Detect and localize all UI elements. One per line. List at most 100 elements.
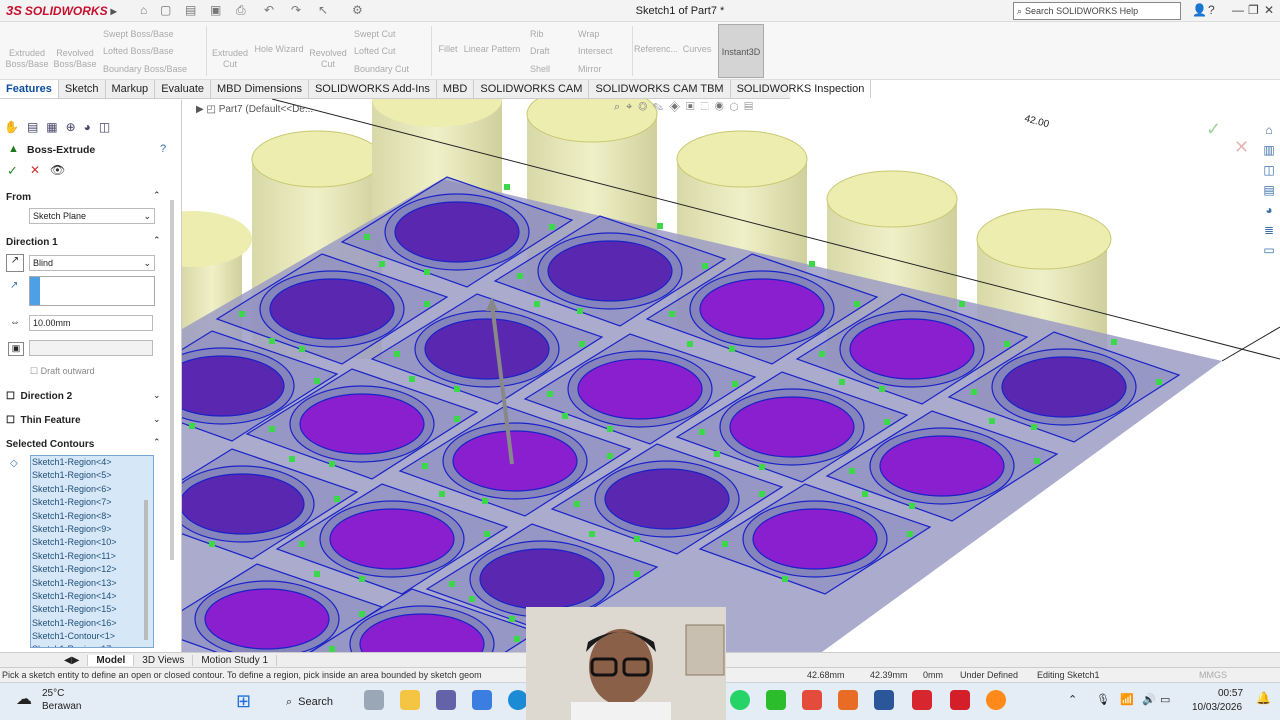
task-pane[interactable]: ⌂ ▥ ◫ ▤ ◕ ≣ ▭: [1258, 120, 1280, 260]
contour-list-item[interactable]: Sketch1-Region<13>: [31, 577, 153, 590]
boundary-boss-button[interactable]: Boundary Boss/Base: [103, 64, 187, 74]
weather-icon[interactable]: ☁: [16, 689, 32, 709]
draft-button[interactable]: Draft: [530, 46, 550, 56]
sketch-point[interactable]: [482, 498, 488, 504]
mirror-button[interactable]: Mirror: [578, 64, 602, 74]
contour-list-item[interactable]: Sketch1-Region<7>: [31, 496, 153, 509]
selected-contours-list[interactable]: Sketch1-Region<4> Sketch1-Region<5> Sketch…: [30, 455, 154, 648]
help-icon[interactable]: ?: [1208, 3, 1215, 17]
sketch-point[interactable]: [454, 416, 460, 422]
contour-list-item[interactable]: Sketch1-Region<8>: [31, 510, 153, 523]
sketch-point[interactable]: [329, 461, 335, 467]
sketch-point[interactable]: [989, 418, 995, 424]
selected-contours-label[interactable]: Selected Contours: [6, 439, 94, 450]
sketch-point[interactable]: [514, 636, 520, 642]
expand-icon[interactable]: ⌄: [153, 414, 161, 425]
sketch-point[interactable]: [729, 346, 735, 352]
region-circle[interactable]: [424, 318, 550, 380]
acrobat-icon[interactable]: [802, 690, 822, 710]
draft-icon[interactable]: ▣: [8, 342, 24, 356]
direction2-checkbox[interactable]: ☐ Direction 2: [6, 391, 72, 402]
file-explorer-icon[interactable]: ▤: [1258, 180, 1280, 200]
battery-icon[interactable]: ▭: [1160, 693, 1170, 706]
lofted-cut-button[interactable]: Lofted Cut: [354, 46, 396, 56]
sketch-point[interactable]: [547, 391, 553, 397]
print-icon[interactable]: ⎙: [236, 3, 246, 18]
sketch-point[interactable]: [289, 456, 295, 462]
sketch-point[interactable]: [484, 531, 490, 537]
presentation-icon[interactable]: [838, 690, 858, 710]
word-icon[interactable]: [874, 690, 894, 710]
clock-date[interactable]: 10/03/2026: [1192, 702, 1242, 713]
heads-up-toolbar[interactable]: ⌕⌖◎✎◈▣⬚◉⬡▤: [614, 101, 759, 114]
contour-list-item[interactable]: Sketch1-Region<15>: [31, 603, 153, 616]
contour-list-item[interactable]: Sketch1-Region<5>: [31, 469, 153, 482]
tab-3d-views[interactable]: 3D Views: [134, 654, 194, 666]
feature-tree-flyout[interactable]: ▶ ◰ Part7 (Default<<De...: [196, 104, 313, 115]
region-circle[interactable]: [394, 201, 520, 263]
contour-list-item[interactable]: Sketch1-Region<11>: [31, 550, 153, 563]
home-icon[interactable]: ⌂: [140, 3, 147, 17]
region-circle[interactable]: [269, 278, 395, 340]
notification-icon[interactable]: 🔔: [1256, 691, 1271, 705]
minimize-button[interactable]: —: [1232, 3, 1244, 17]
file-explorer-icon[interactable]: [400, 690, 420, 710]
sketch-point[interactable]: [454, 386, 460, 392]
sketch-point[interactable]: [299, 541, 305, 547]
list-scrollbar[interactable]: [144, 500, 148, 640]
tray-chevron-icon[interactable]: ⌃: [1068, 693, 1077, 706]
swept-cut-button[interactable]: Swept Cut: [354, 29, 396, 39]
sketch-point[interactable]: [517, 273, 523, 279]
revolved-boss-button[interactable]: Revolved Boss/Base: [52, 48, 98, 70]
model-view[interactable]: 42.00: [182, 99, 1280, 652]
cancel-x-icon[interactable]: ✕: [1234, 137, 1249, 158]
reverse-direction-icon[interactable]: ↗: [6, 254, 24, 272]
sketch-point[interactable]: [809, 261, 815, 267]
sketch-point[interactable]: [657, 223, 663, 229]
region-circle[interactable]: [204, 588, 330, 650]
tab-evaluate[interactable]: Evaluate: [155, 80, 211, 98]
linear-pattern-button[interactable]: Linear Pattern: [462, 44, 522, 55]
sketch-point[interactable]: [884, 419, 890, 425]
wps-icon[interactable]: [912, 690, 932, 710]
sketch-point[interactable]: [849, 468, 855, 474]
contour-list-item[interactable]: Sketch1-Region<6>: [31, 483, 153, 496]
region-circle[interactable]: [729, 396, 855, 458]
hole-wizard-button[interactable]: Hole Wizard: [253, 44, 305, 55]
contour-list-item[interactable]: Sketch1-Region<4>: [31, 456, 153, 469]
sketch-point[interactable]: [299, 346, 305, 352]
region-circle[interactable]: [182, 473, 305, 535]
sketch-point[interactable]: [907, 531, 913, 537]
sketch-point[interactable]: [909, 503, 915, 509]
dimension-label[interactable]: 42.00: [1023, 113, 1050, 130]
scroll-arrows[interactable]: ◀▶: [56, 654, 89, 666]
sketch-point[interactable]: [687, 341, 693, 347]
sketch-point[interactable]: [1031, 424, 1037, 430]
tab-inspection[interactable]: SOLIDWORKS Inspection: [731, 80, 872, 98]
tab-markup[interactable]: Markup: [106, 80, 156, 98]
tab-addins[interactable]: SOLIDWORKS Add-Ins: [309, 80, 437, 98]
sketch-point[interactable]: [424, 301, 430, 307]
sketch-point[interactable]: [971, 389, 977, 395]
depth-input[interactable]: 10.00mm: [29, 315, 153, 331]
cancel-x-button[interactable]: ✕: [30, 163, 40, 177]
tab-cam-tbm[interactable]: SOLIDWORKS CAM TBM: [589, 80, 731, 98]
instant3d-button[interactable]: Instant3D: [718, 24, 764, 78]
help-icon[interactable]: ?: [160, 143, 166, 155]
user-icon[interactable]: 👤: [1192, 3, 1207, 17]
sketch-point[interactable]: [314, 571, 320, 577]
contour-list-item[interactable]: Sketch1-Region<17>: [31, 643, 153, 647]
graphics-area[interactable]: 42.00 ▶ ◰ Part7 (Default<<De... ⌕⌖◎✎◈▣⬚◉…: [182, 99, 1280, 652]
sketch-point[interactable]: [189, 423, 195, 429]
sketch-point[interactable]: [702, 263, 708, 269]
sketch-point[interactable]: [422, 463, 428, 469]
teams-icon[interactable]: [436, 690, 456, 710]
forum-icon[interactable]: ▭: [1258, 240, 1280, 260]
sketch-point[interactable]: [364, 234, 370, 240]
collapse-icon[interactable]: ⌃: [153, 437, 161, 448]
sketch-point[interactable]: [449, 581, 455, 587]
region-circle[interactable]: [547, 240, 673, 302]
draft-angle-input[interactable]: [29, 340, 153, 356]
clock-time[interactable]: 00:57: [1218, 688, 1243, 699]
contour-list-item[interactable]: Sketch1-Contour<1>: [31, 630, 153, 643]
